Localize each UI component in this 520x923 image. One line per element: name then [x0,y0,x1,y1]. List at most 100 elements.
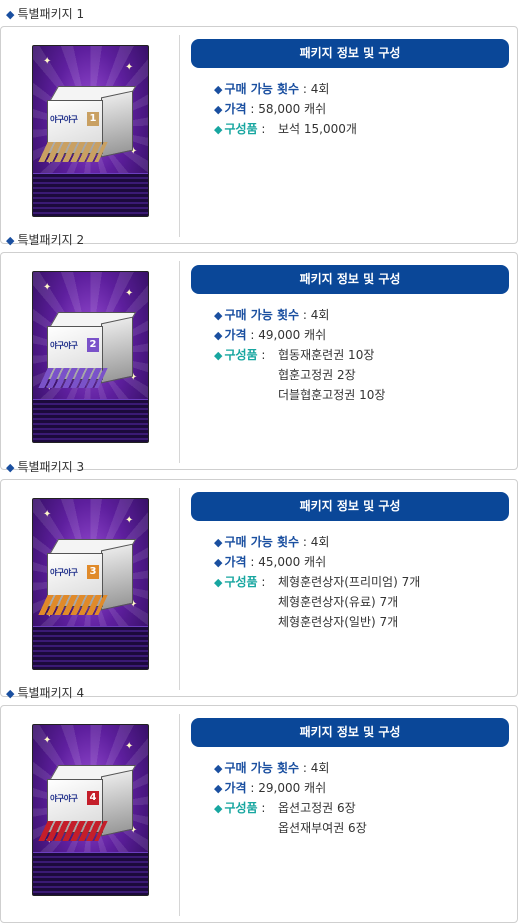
package-thumbnail: ✦✦✦✦야구야구2 [32,271,149,443]
diamond-bullet-icon: ◆ [214,556,223,569]
price-label: 가격 [224,555,247,569]
diamond-bullet-icon: ◆ [214,762,223,775]
contents-separator: : [257,122,266,136]
sparkle-icon: ✦ [43,56,52,67]
package-card: ✦✦✦✦야구야구3패키지 정보 및 구성◆구매 가능 횟수 : 4회◆가격 : … [0,479,518,697]
price-label: 가격 [224,102,247,116]
package-info-header: 패키지 정보 및 구성 [191,265,509,294]
price-label: 가격 [224,781,247,795]
package-title: ◆ 특별패키지 2 [6,232,84,248]
contents-item: 협동재훈련권 10장 [278,348,375,362]
package-thumbnail: ✦✦✦✦야구야구4 [32,724,149,896]
package-info-line: ◆ 구매 가능 횟수 : 4회 [214,306,329,324]
diamond-bullet-icon: ◆ [214,802,223,815]
card-divider [179,714,180,916]
box-side [101,769,133,837]
diamond-bullet-icon: ◆ [214,576,223,589]
package-info-line: ◆ 구매 가능 횟수 : 4회 [214,759,329,777]
package-info-line: ◆ 구매 가능 횟수 : 4회 [214,533,329,551]
box-number-badge: 2 [87,338,99,352]
diamond-bullet-icon: ◆ [214,309,223,322]
package-title-text: 특별패키지 1 [17,7,85,21]
contents-item: 더블협훈고정권 10장 [278,388,386,402]
diamond-bullet-icon: ◆ [214,103,223,116]
contents-item: 보석 15,000개 [278,122,357,136]
purchase-limit-label: 구매 가능 횟수 [224,82,300,96]
package-title: ◆ 특별패키지 3 [6,459,84,475]
package-box-image: 야구야구 1 [38,84,137,162]
price-value: : 49,000 캐쉬 [246,328,327,342]
sparkle-icon: ✦ [125,288,134,299]
diamond-bullet-icon: ◆ [214,123,223,136]
contents-label: 구성품 [224,122,258,136]
diamond-bullet-icon: ◆ [214,782,223,795]
box-number-badge: 1 [87,112,99,126]
card-divider [179,261,180,463]
box-flap [38,142,108,162]
price-label: 가격 [224,328,247,342]
package-info-header: 패키지 정보 및 구성 [191,718,509,747]
package-info-line: 옵션재부여권 6장 [214,819,367,837]
package-info-line: ◆ 구매 가능 횟수 : 4회 [214,80,329,98]
diamond-bullet-icon: ◆ [214,329,223,342]
box-side [101,90,133,158]
package-title: ◆ 특별패키지 4 [6,685,84,701]
diamond-bullet-icon: ◆ [214,349,223,362]
diamond-bullet-icon: ◆ [6,461,15,474]
price-value: : 45,000 캐쉬 [246,555,327,569]
package-info-line: ◆ 가격 : 49,000 캐쉬 [214,326,326,344]
sparkle-icon: ✦ [125,741,134,752]
box-logo: 야구야구 [50,341,78,350]
card-divider [179,35,180,237]
purchase-limit-label: 구매 가능 횟수 [224,535,300,549]
box-side [101,543,133,611]
box-side [101,316,133,384]
box-logo: 야구야구 [50,794,78,803]
package-info-line: ◆ 가격 : 58,000 캐쉬 [214,100,326,118]
box-flap [38,821,108,841]
thumbnail-floor [33,626,148,669]
contents-item: 옵션재부여권 6장 [278,821,367,835]
package-info-line: 더블협훈고정권 10장 [214,386,385,404]
package-info-line: 체형훈련상자(일반) 7개 [214,613,398,631]
package-info-header: 패키지 정보 및 구성 [191,492,509,521]
purchase-limit-value: : 4회 [299,308,330,322]
package-thumbnail: ✦✦✦✦야구야구1 [32,45,149,217]
package-info-line: ◆ 구성품 : 협동재훈련권 10장 [214,346,374,364]
sparkle-icon: ✦ [43,735,52,746]
contents-label: 구성품 [224,801,258,815]
package-card: ✦✦✦✦야구야구4패키지 정보 및 구성◆구매 가능 횟수 : 4회◆가격 : … [0,705,518,923]
contents-label: 구성품 [224,348,258,362]
sparkle-icon: ✦ [125,62,134,73]
sparkle-icon: ✦ [43,282,52,293]
package-card: ✦✦✦✦야구야구2패키지 정보 및 구성◆구매 가능 횟수 : 4회◆가격 : … [0,252,518,470]
box-flap [38,595,108,615]
box-logo: 야구야구 [50,115,78,124]
package-info-line: 체형훈련상자(유료) 7개 [214,593,398,611]
contents-item: 협훈고정권 2장 [278,368,356,382]
package-box-image: 야구야구 2 [38,310,137,388]
card-divider [179,488,180,690]
thumbnail-floor [33,173,148,216]
package-info-line: 협훈고정권 2장 [214,366,356,384]
package-info-line: ◆ 가격 : 45,000 캐쉬 [214,553,326,571]
box-logo: 야구야구 [50,568,78,577]
package-info-line: ◆ 구성품 : 체형훈련상자(프리미엄) 7개 [214,573,420,591]
thumbnail-floor [33,399,148,442]
diamond-bullet-icon: ◆ [6,687,15,700]
price-value: : 58,000 캐쉬 [246,102,327,116]
package-thumbnail: ✦✦✦✦야구야구3 [32,498,149,670]
package-info-line: ◆ 구성품 : 옵션고정권 6장 [214,799,356,817]
purchase-limit-value: : 4회 [299,82,330,96]
box-number-badge: 4 [87,791,99,805]
contents-separator: : [257,575,266,589]
sparkle-icon: ✦ [43,509,52,520]
package-title-text: 특별패키지 3 [17,460,85,474]
box-number-badge: 3 [87,565,99,579]
price-value: : 29,000 캐쉬 [246,781,327,795]
contents-item: 체형훈련상자(프리미엄) 7개 [278,575,421,589]
purchase-limit-value: : 4회 [299,535,330,549]
sparkle-icon: ✦ [125,515,134,526]
diamond-bullet-icon: ◆ [214,536,223,549]
contents-item: 체형훈련상자(유료) 7개 [278,595,399,609]
